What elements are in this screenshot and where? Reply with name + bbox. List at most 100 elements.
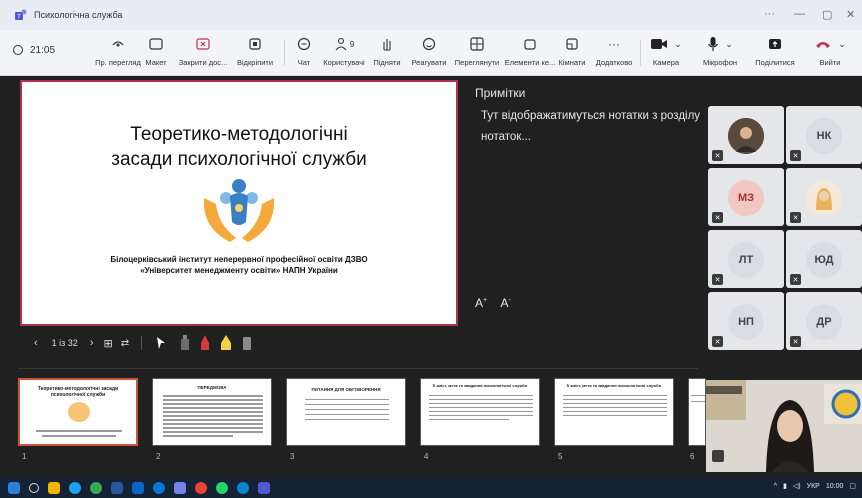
thumbnail-text-line: [305, 414, 389, 415]
thumbnail-slide[interactable]: ПИТАННЯ ДЛЯ ОБГОВОРЕННЯ: [286, 378, 406, 446]
search-icon[interactable]: [29, 483, 39, 493]
next-slide-button[interactable]: ›: [90, 337, 94, 349]
close-window-icon[interactable]: ✕: [846, 8, 855, 21]
participant-avatar: НП: [728, 304, 764, 340]
view-label: Переглянути: [454, 58, 500, 67]
participant-tile[interactable]: ЮД ✕: [786, 230, 862, 288]
leave-button[interactable]: ⌄ Вийти: [800, 34, 860, 67]
thumbnail-number: 6: [690, 452, 695, 461]
participant-tile[interactable]: ✕: [708, 106, 784, 164]
thumbnail-slide[interactable]: Її зміст, мета та завдання психологічної…: [554, 378, 674, 446]
thumbnail-slide[interactable]: Теоретико-методологічні засади психологі…: [18, 378, 138, 446]
skype-icon[interactable]: [153, 482, 165, 494]
camera-button[interactable]: ⌄ Камера: [636, 34, 696, 67]
clock[interactable]: 10:00: [826, 483, 844, 490]
maximize-icon[interactable]: ▢: [822, 8, 832, 21]
layout-icon: [149, 38, 163, 50]
edge-browser-icon[interactable]: [69, 482, 81, 494]
share-button[interactable]: Поділитися: [745, 34, 805, 67]
emoji-icon: [422, 37, 436, 51]
participant-tile[interactable]: ✕: [786, 168, 862, 226]
highlighter-yellow-icon[interactable]: [220, 335, 232, 351]
participant-tile[interactable]: ДР ✕: [786, 292, 862, 350]
font-decrease-button[interactable]: A-: [500, 296, 510, 310]
viber-icon[interactable]: [174, 482, 186, 494]
thumbnail-text-line: [691, 395, 705, 396]
thumbnail-text-line: [163, 415, 263, 417]
thumbnail-text-line: [429, 411, 533, 412]
stop-sharing-button[interactable]: Закрити дос...: [173, 34, 233, 67]
thumbnail-slide[interactable]: Її зміст, мета та завдання психологічної…: [420, 378, 540, 446]
rooms-label: Кімнати: [558, 58, 586, 67]
muted-mic-icon: ✕: [712, 336, 723, 347]
thumbnail-text-line: [563, 407, 667, 408]
participant-avatar: МЗ: [728, 180, 764, 216]
slide-counter: 1 із 32: [51, 338, 78, 348]
minimize-icon[interactable]: —: [794, 8, 805, 20]
thumbnail-text-line: [429, 407, 533, 408]
self-video-tile[interactable]: [706, 380, 862, 472]
thumbnail-text-line: [563, 395, 667, 396]
volume-icon[interactable]: ◁): [793, 482, 801, 490]
windows-taskbar: ^ ▮ ◁) УКР 10:00 ▢: [0, 478, 862, 498]
pen-gray-icon[interactable]: [180, 335, 190, 351]
window-more-icon[interactable]: ···: [764, 8, 775, 20]
keyboard-language[interactable]: УКР: [807, 483, 820, 490]
microphone-chevron-icon[interactable]: ⌄: [725, 39, 733, 50]
thumbnail-number: 1: [22, 452, 27, 461]
camera-chevron-icon[interactable]: ⌄: [674, 39, 682, 50]
participant-tile[interactable]: МЗ ✕: [708, 168, 784, 226]
notes-font-size-controls: A+ A-: [475, 296, 511, 310]
unpin-icon: [249, 38, 261, 50]
view-button[interactable]: Переглянути: [447, 34, 507, 67]
slide-org-line1: Білоцерківський інститут неперервної про…: [110, 255, 368, 264]
teams-meeting-window: T Психологічна служба ··· — ▢ ✕ 21:05 Пр…: [0, 0, 862, 498]
pointer-icon[interactable]: [156, 336, 166, 350]
chrome-browser-icon[interactable]: [90, 482, 102, 494]
participant-tile[interactable]: ЛТ ✕: [708, 230, 784, 288]
more-button[interactable]: ··· Додатково: [584, 34, 644, 67]
opera-icon[interactable]: [195, 482, 207, 494]
meeting-toolbar: 21:05 Пр. перегляд Макет Закрити дос... …: [0, 30, 862, 76]
pen-red-icon[interactable]: [200, 335, 210, 351]
settings-sliders-icon[interactable]: ⇄: [121, 338, 129, 349]
prev-slide-button[interactable]: ‹: [34, 337, 38, 349]
more-label: Додатково: [595, 58, 633, 67]
thumbnail-title: Її зміст, мета та завдання психологічної…: [432, 383, 528, 388]
participant-photo-avatar: [728, 118, 764, 154]
tray-chevron-icon[interactable]: ^: [774, 483, 777, 490]
microphone-button[interactable]: ⌄ Мікрофон: [690, 34, 750, 67]
store-icon[interactable]: [132, 482, 144, 494]
network-icon[interactable]: ▮: [783, 482, 787, 490]
telegram-icon[interactable]: [237, 482, 249, 494]
leave-chevron-icon[interactable]: ⌄: [838, 39, 846, 50]
thumbnail-text-line: [305, 399, 389, 400]
thumbnail-slide[interactable]: ПЕРЕДМОВА: [152, 378, 272, 446]
muted-mic-icon: ✕: [712, 212, 723, 223]
grid-view-icon[interactable]: ⊞: [104, 337, 113, 350]
leave-label: Вийти: [819, 58, 841, 67]
title-bar: T Психологічна служба ··· — ▢ ✕: [0, 0, 862, 30]
thumbnail-title: ПИТАННЯ ДЛЯ ОБГОВОРЕННЯ: [311, 387, 381, 392]
thumbnail-text-line: [305, 404, 389, 405]
font-increase-button[interactable]: A+: [475, 296, 487, 310]
thumbnail-slide[interactable]: [688, 378, 706, 446]
share-icon: [769, 39, 781, 49]
whatsapp-icon[interactable]: [216, 482, 228, 494]
thumbnail-text-line: [163, 435, 233, 437]
thumbnail-text-line: [429, 419, 509, 420]
apps-icon: [524, 39, 536, 50]
eraser-icon[interactable]: [242, 335, 252, 351]
thumbnail-text-line: [429, 399, 533, 400]
teams-taskbar-icon[interactable]: [258, 482, 270, 494]
participant-tile[interactable]: НП ✕: [708, 292, 784, 350]
rooms-icon: [566, 38, 578, 50]
file-explorer-icon[interactable]: [48, 482, 60, 494]
notifications-icon[interactable]: ▢: [849, 482, 856, 490]
chat-icon: [297, 37, 311, 51]
word-icon[interactable]: [111, 482, 123, 494]
system-tray: ^ ▮ ◁) УКР 10:00 ▢: [774, 482, 856, 491]
start-menu-icon[interactable]: [8, 482, 20, 494]
share-label: Поділитися: [755, 58, 795, 67]
participant-tile[interactable]: НК ✕: [786, 106, 862, 164]
